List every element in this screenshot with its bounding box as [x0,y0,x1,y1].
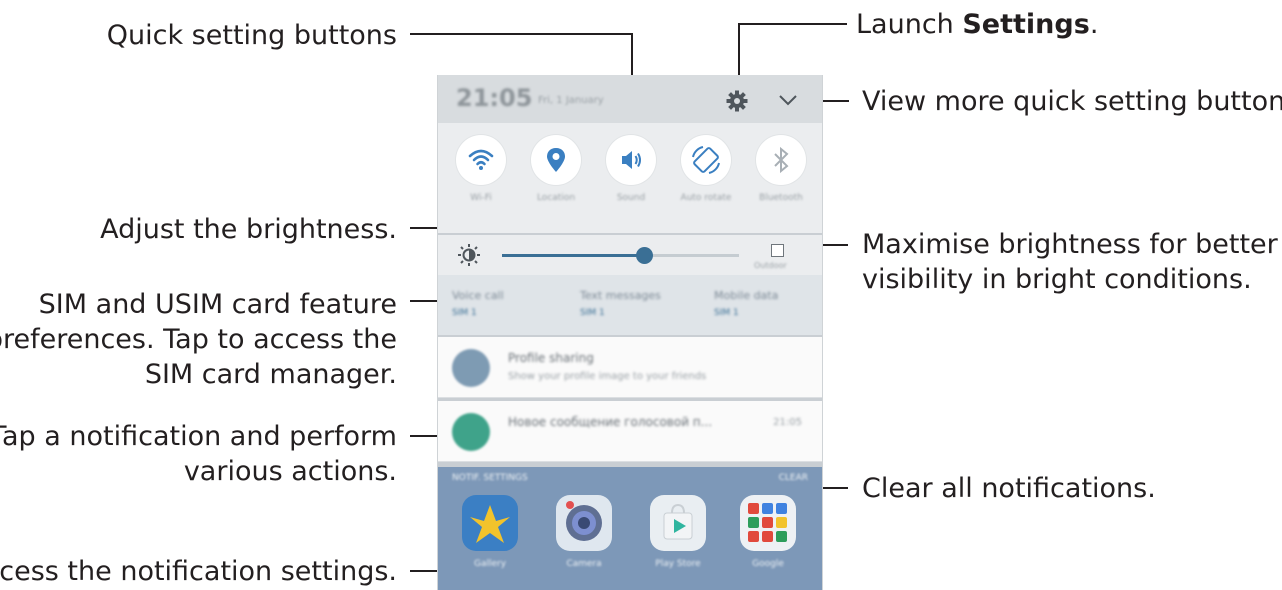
sound-icon [622,151,641,169]
brightness-slider-fill [502,254,645,257]
gear-icon[interactable] [725,89,749,113]
quick-settings-panel: Wi-Fi Location Sound Auto rotate Bluetoo… [438,123,822,233]
sim-voice-call[interactable]: Voice call SIM 1 [452,289,572,318]
qs-label-wifi: Wi-Fi [470,193,492,203]
brightness-icon [456,242,482,268]
sim-item-sub: SIM 1 [580,308,605,318]
notification-item[interactable]: Profile sharing Show your profile image … [438,337,822,398]
app-label: Camera [566,559,602,569]
sim-item-sub: SIM 1 [714,308,739,318]
qs-label-location: Location [536,193,576,203]
launch-settings-callout: Launch Settings. [856,7,1098,42]
quick-setting-buttons-callout: Quick setting buttons [106,20,397,51]
play-store-app-icon[interactable] [650,495,706,551]
auto-rotate-button[interactable] [681,135,731,185]
clock-date: Fri, 1 January [538,95,604,106]
camera-app-icon[interactable] [556,495,612,551]
chevron-down-icon[interactable] [777,91,799,109]
qs-label-bluetooth: Bluetooth [759,193,803,203]
tap-notification-line: Tap a notification and perform [0,421,397,452]
auto-rotate-icon [692,146,720,174]
bluetooth-icon [774,146,789,174]
status-bar: 21:05 Fri, 1 January [438,75,822,123]
sim-item-title: Voice call [452,289,504,302]
app-label: Google [752,559,784,569]
tap-notification-callout: Tap a notification and perform various a… [0,419,397,489]
leader-line [739,23,847,25]
clock-time: 21:05 [456,84,533,112]
notification-settings-button[interactable]: NOTIF. SETTINGS [452,473,528,483]
clear-all-button[interactable]: CLEAR [779,473,808,483]
sim-item-sub: SIM 1 [452,308,477,318]
maximise-line: visibility in bright conditions. [862,264,1252,295]
wifi-button[interactable] [456,135,506,185]
access-notification-settings-callout: Access the notification settings. [0,556,397,587]
launch-settings-period: . [1089,9,1099,40]
sim-card-manager-panel[interactable]: Voice call SIM 1 Text messages SIM 1 Mob… [438,275,822,335]
app-label: Gallery [473,559,507,569]
sim-item-title: Mobile data [714,289,779,302]
notification-item[interactable]: Новое сообщение голосовой п... 21:05 [438,401,822,462]
gallery-app-icon[interactable] [462,495,518,551]
notification-title: Новое сообщение голосовой п... [508,415,713,429]
outdoor-checkbox[interactable] [771,244,784,257]
leader-line [410,33,633,35]
view-more-callout: View more quick setting buttons. [862,86,1282,117]
sim-mobile-data[interactable]: Mobile data SIM 1 [714,289,822,318]
sim-callout-line: SIM and USIM card feature [38,289,397,320]
brightness-row: Outdoor [438,235,822,275]
wifi-icon [468,149,494,170]
home-screen-background: NOTIF. SETTINGS CLEAR Gallery Camera Pla… [438,467,822,590]
qs-label-sound: Sound [616,193,646,203]
leader-line [410,300,440,302]
sim-callout-line: preferences. Tap to access the [0,324,397,355]
sim-item-title: Text messages [580,289,661,302]
app-label: Play Store [655,559,701,569]
maximise-line: Maximise brightness for better [862,229,1278,260]
notification-title: Profile sharing [508,351,594,365]
sim-callout-line: SIM card manager. [144,359,397,390]
notification-text: Show your profile image to your friends [508,371,707,382]
voicemail-icon [452,413,490,451]
sim-text-messages[interactable]: Text messages SIM 1 [580,289,700,318]
settings-bold-text: Settings [962,9,1090,40]
launch-settings-text: Launch [856,9,963,40]
sound-button[interactable] [606,135,656,185]
location-button[interactable] [531,135,581,185]
sim-callout: SIM and USIM card feature preferences. T… [0,287,397,392]
profile-icon [452,349,490,387]
maximise-brightness-callout: Maximise brightness for better visibilit… [862,227,1278,297]
brightness-slider-thumb[interactable] [636,247,654,264]
location-icon [547,148,565,172]
google-folder-icon[interactable] [740,495,796,551]
qs-label-auto-rotate: Auto rotate [680,193,732,203]
clear-all-callout: Clear all notifications. [862,473,1156,504]
tap-notification-line: various actions. [183,456,397,487]
outdoor-label: Outdoor [754,261,787,270]
adjust-brightness-callout: Adjust the brightness. [100,214,397,245]
notification-time: 21:05 [773,417,802,428]
notification-panel: 21:05 Fri, 1 January Wi-Fi Location Soun… [437,75,823,590]
bluetooth-button[interactable] [756,135,806,185]
